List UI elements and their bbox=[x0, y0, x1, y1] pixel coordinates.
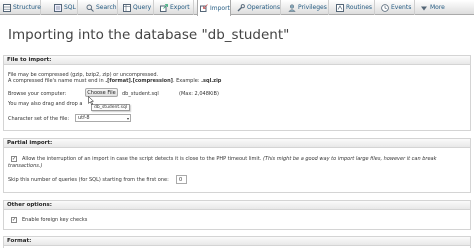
structure-icon bbox=[3, 3, 11, 12]
tab-import[interactable]: Import bbox=[197, 0, 231, 16]
tab-query-label: Query bbox=[133, 4, 152, 11]
allow-interrupt-note: (This might be a good way to import larg… bbox=[262, 156, 437, 162]
tab-events-label: Events bbox=[391, 4, 412, 11]
allow-interrupt-checkbox[interactable]: ✓ bbox=[11, 156, 17, 162]
compression-info-prefix: A compressed file's name must end in bbox=[8, 78, 106, 84]
clock-icon bbox=[381, 3, 389, 12]
tab-structure[interactable]: Structure bbox=[1, 0, 41, 15]
tab-routines-label: Routines bbox=[346, 4, 373, 11]
skip-queries-input[interactable]: 0 bbox=[176, 175, 187, 184]
charset-label: Character set of the file: bbox=[8, 116, 70, 122]
chevron-down-icon bbox=[420, 4, 428, 12]
tab-sql[interactable]: SQL bbox=[52, 0, 78, 15]
tab-export[interactable]: Export bbox=[158, 0, 194, 15]
partial-import-header: Partial import: bbox=[4, 139, 470, 148]
query-icon bbox=[123, 3, 131, 12]
chosen-file-name: db_student.sql bbox=[122, 91, 159, 97]
foreign-key-checks-label: Enable foreign key checks bbox=[22, 217, 88, 223]
tab-search[interactable]: Search bbox=[84, 0, 118, 15]
allow-interrupt-text: Allow the interruption of an import in c… bbox=[22, 156, 437, 162]
tab-routines[interactable]: Routines bbox=[334, 0, 375, 15]
compression-example: .sql.zip bbox=[201, 78, 222, 84]
tab-search-label: Search bbox=[96, 4, 117, 11]
format-section: Format: bbox=[3, 236, 471, 248]
compression-info-line2: A compressed file's name must end in .[f… bbox=[8, 78, 221, 84]
browse-label: Browse your computer: bbox=[8, 91, 67, 97]
mouse-cursor-icon bbox=[88, 96, 94, 105]
tab-operations-label: Operations bbox=[247, 4, 280, 11]
tab-bar: Structure SQL Search Query Export Import… bbox=[0, 0, 474, 16]
file-tooltip: db_student.sql bbox=[91, 104, 131, 111]
privileges-icon bbox=[288, 3, 296, 12]
import-icon bbox=[200, 4, 208, 12]
page-title: Importing into the database "db_student" bbox=[8, 27, 290, 43]
tab-events[interactable]: Events bbox=[379, 0, 415, 15]
wrench-icon bbox=[237, 3, 245, 12]
routines-icon bbox=[336, 3, 344, 12]
other-options-header: Other options: bbox=[4, 201, 470, 210]
search-icon bbox=[86, 4, 94, 12]
drag-drop-text: You may also drag and drop a bbox=[8, 101, 83, 107]
partial-import-section: Partial import: ✓ Allow the interruption… bbox=[3, 138, 471, 193]
allow-interrupt-note-line2: transactions.) bbox=[8, 163, 42, 169]
file-to-import-section: File to import: File may be compressed (… bbox=[3, 55, 471, 131]
dropdown-arrow-icon: ▾ bbox=[126, 116, 129, 121]
sql-icon bbox=[54, 3, 62, 12]
tab-query[interactable]: Query bbox=[121, 0, 154, 15]
tab-more-label: More bbox=[430, 4, 445, 11]
allow-interrupt-label: Allow the interruption of an import in c… bbox=[22, 156, 262, 162]
compression-format-pattern: .[format].[compression] bbox=[105, 78, 173, 84]
compression-example-label: . Example: bbox=[172, 78, 202, 84]
tab-more[interactable]: More bbox=[418, 0, 448, 15]
foreign-key-checks-checkbox[interactable]: ✓ bbox=[11, 217, 17, 223]
tab-import-label: Import bbox=[210, 4, 230, 12]
tab-privileges[interactable]: Privileges bbox=[286, 0, 329, 15]
skip-queries-label: Skip this number of queries (for SQL) st… bbox=[8, 177, 169, 183]
tab-structure-label: Structure bbox=[13, 4, 41, 11]
charset-select[interactable]: utf-8 ▾ bbox=[75, 114, 131, 122]
max-upload-size: (Max: 2,048KiB) bbox=[179, 91, 219, 97]
charset-value: utf-8 bbox=[78, 115, 90, 121]
tab-operations[interactable]: Operations bbox=[235, 0, 281, 15]
export-icon bbox=[160, 3, 168, 12]
tab-export-label: Export bbox=[170, 4, 190, 11]
file-to-import-header: File to import: bbox=[4, 56, 470, 65]
allow-interrupt-note2: transactions.) bbox=[8, 163, 43, 169]
format-header: Format: bbox=[4, 237, 470, 246]
other-options-section: Other options: ✓ Enable foreign key chec… bbox=[3, 200, 471, 230]
tab-sql-label: SQL bbox=[64, 4, 76, 11]
tab-privileges-label: Privileges bbox=[298, 4, 327, 11]
